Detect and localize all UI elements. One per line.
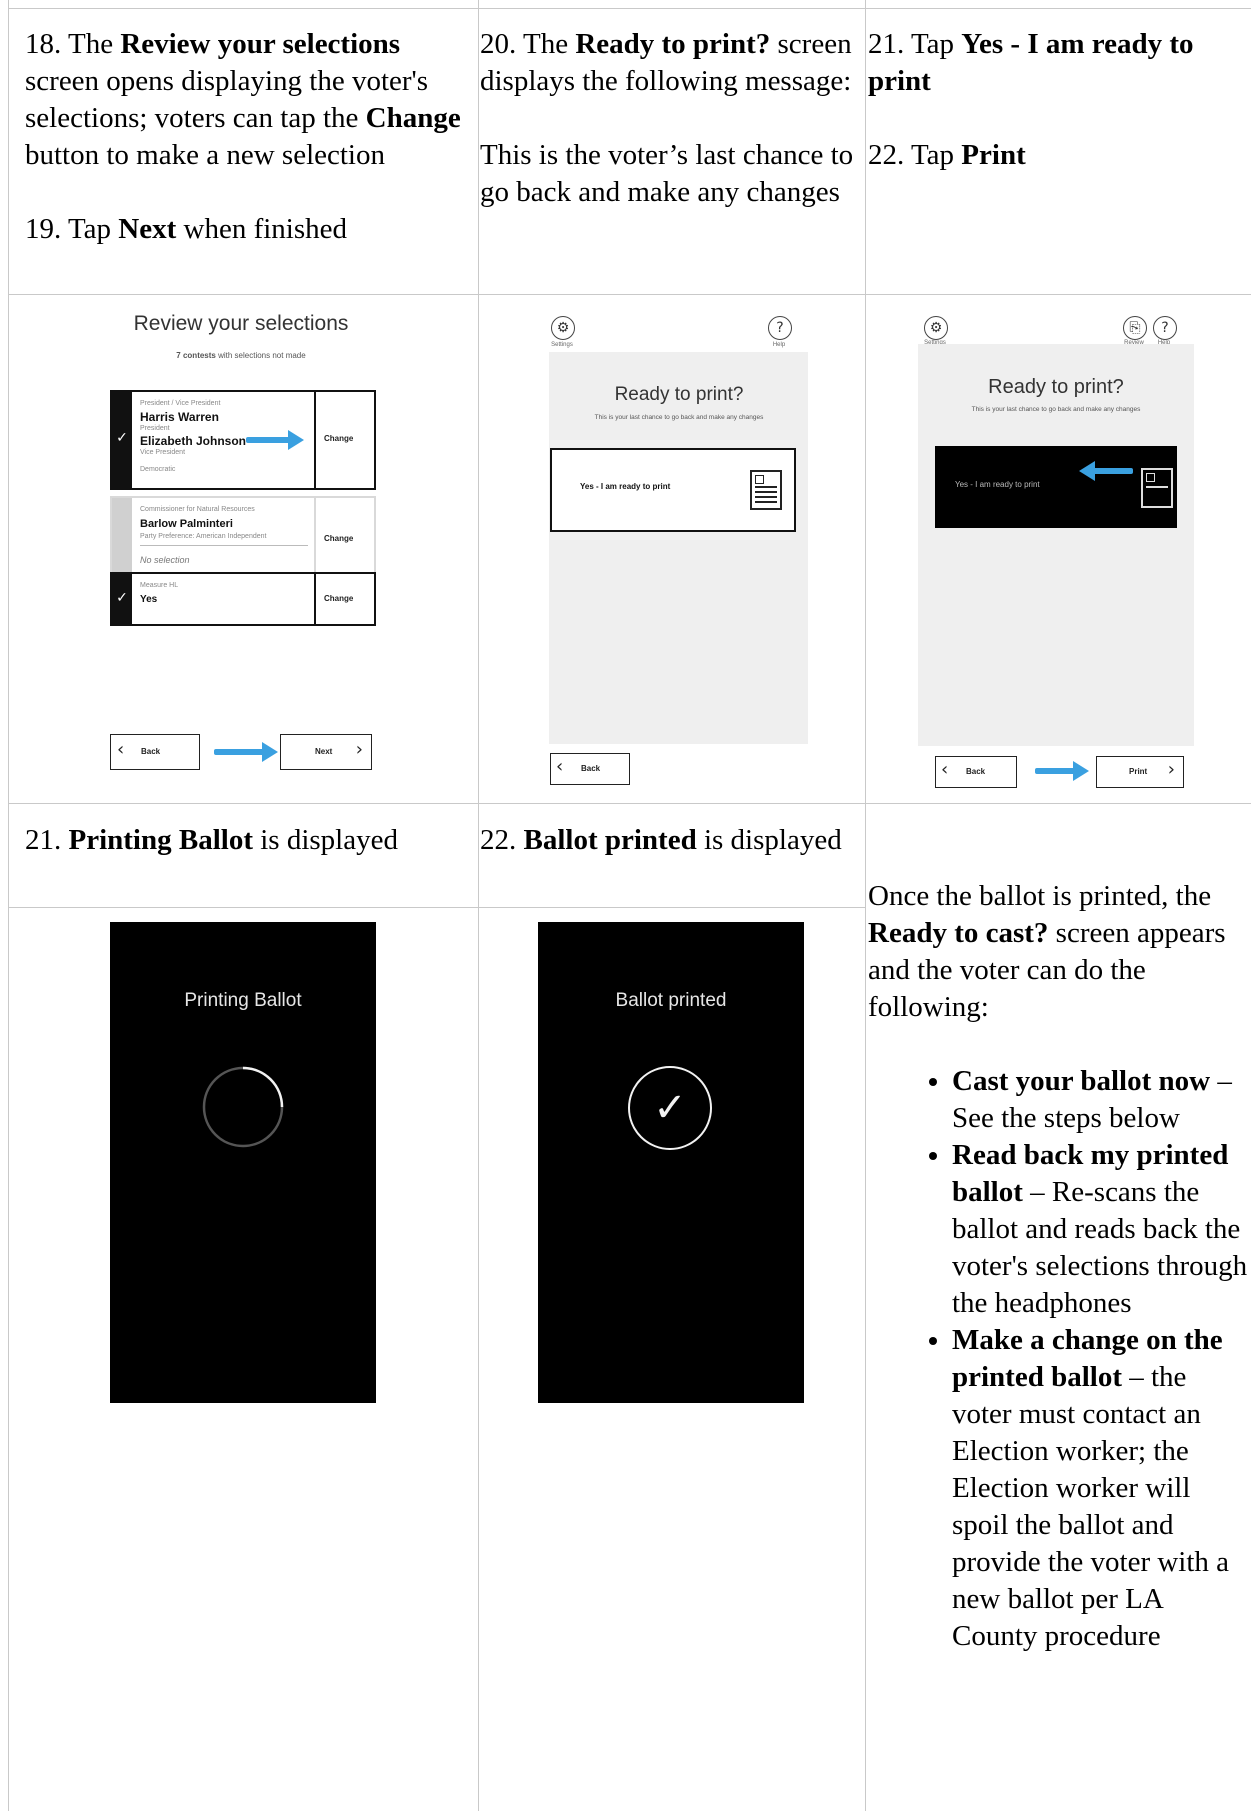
ready-title: Ready to print? — [988, 376, 1124, 398]
contest-card-president[interactable]: ✓ President / Vice President Harris Warr… — [110, 390, 376, 490]
step-22: 22. Tap Print — [868, 139, 1026, 171]
print-button[interactable]: Print › — [1096, 756, 1184, 788]
printing-title: Printing Ballot — [184, 990, 302, 1011]
printed-title: Ballot printed — [615, 990, 727, 1011]
contest-card-measure-hl[interactable]: ✓ Measure HL Yes Change — [110, 572, 376, 626]
ready-subtitle: This is your last chance to go back and … — [594, 414, 764, 421]
yes-ready-button-selected[interactable]: Yes - I am ready to print — [935, 446, 1177, 528]
back-button[interactable]: ‹ Back — [550, 753, 630, 785]
step-22-printed-text: 22. Ballot printed is displayed — [480, 824, 842, 856]
table-row-divider-2 — [8, 803, 1251, 804]
table-border-left — [8, 0, 9, 1811]
candidate-name: Harris Warren — [140, 410, 219, 424]
step-18-19-text: 18. The Review your selections screen op… — [25, 26, 470, 248]
candidate-name: Elizabeth Johnson — [140, 434, 247, 448]
pointer-arrow — [214, 742, 278, 762]
step-20-text: 20. The Ready to print? screen displays … — [480, 26, 865, 211]
change-button[interactable]: Change — [324, 434, 353, 443]
no-selection-label: No selection — [140, 555, 190, 565]
yes-ready-button[interactable]: Yes - I am ready to print — [550, 448, 796, 532]
pointer-arrow — [1079, 461, 1133, 481]
review-selections-screenshot: Review your selections 7 contests with s… — [106, 302, 376, 780]
measure-answer: Yes — [140, 594, 158, 605]
contest-status-bar: ✓ — [112, 392, 132, 488]
printing-ballot-screenshot: Printing Ballot — [110, 922, 376, 1403]
settings-icon[interactable]: ⚙ — [551, 316, 575, 340]
review-subtitle: 7 contests with selections not made — [176, 351, 306, 360]
change-button[interactable]: Change — [324, 594, 353, 603]
table-divider-1 — [478, 0, 479, 1811]
cast-options-list: Cast your ballot now – See the steps bel… — [868, 1063, 1251, 1655]
ballot-document-icon — [1141, 468, 1173, 508]
table-row-divider-3 — [8, 907, 865, 908]
loading-spinner-icon — [202, 1066, 284, 1148]
check-icon: ✓ — [116, 430, 128, 446]
step-21-printing-text: 21. Printing Ballot is displayed — [25, 824, 398, 856]
help-icon[interactable]: ? — [768, 316, 792, 340]
table-border-top — [8, 8, 1251, 9]
ready-to-cast-text: Once the ballot is printed, the Ready to… — [868, 878, 1251, 1655]
pointer-arrow — [246, 430, 304, 450]
list-item: Read back my printed ballot – Re-scans t… — [952, 1137, 1251, 1322]
next-button[interactable]: Next › — [280, 734, 372, 770]
candidate-name: Barlow Palminteri — [140, 518, 233, 530]
step-18: 18. The Review your selections screen op… — [25, 28, 461, 171]
check-icon: ✓ — [116, 590, 128, 606]
step-19: 19. Tap Next when finished — [25, 213, 348, 245]
check-circle-icon: ✓ — [628, 1066, 712, 1150]
back-button[interactable]: ‹ Back — [110, 734, 200, 770]
settings-icon[interactable]: ⚙ — [924, 316, 948, 340]
table-divider-2 — [865, 0, 866, 1811]
chevron-left-icon: ‹ — [941, 759, 949, 780]
ready-to-cast-intro: Once the ballot is printed, the Ready to… — [868, 880, 1226, 1023]
step-20: 20. The Ready to print? screen displays … — [480, 28, 852, 97]
table-row-divider-1 — [8, 294, 1251, 295]
chevron-left-icon: ‹ — [556, 756, 564, 777]
ballot-document-icon — [750, 470, 782, 510]
pointer-arrow — [1035, 761, 1089, 781]
change-button[interactable]: Change — [324, 534, 353, 543]
step-21: 21. Tap Yes - I am ready to print — [868, 28, 1194, 97]
back-button[interactable]: ‹ Back — [935, 756, 1017, 788]
list-item: Cast your ballot now – See the steps bel… — [952, 1063, 1251, 1137]
last-chance-message: This is the voter’s last chance to go ba… — [480, 139, 854, 208]
chevron-left-icon: ‹ — [117, 739, 125, 760]
chevron-right-icon: › — [1167, 759, 1175, 780]
ballot-printed-screenshot: Ballot printed ✓ — [538, 922, 804, 1403]
content-panel — [918, 344, 1194, 746]
help-icon[interactable]: ? — [1153, 316, 1177, 340]
review-title: Review your selections — [133, 312, 349, 335]
ready-title: Ready to print? — [614, 384, 744, 405]
ready-to-print-screenshot: ⚙ Settings ? Help Ready to print? This i… — [545, 310, 813, 792]
list-item: Make a change on the printed ballot – th… — [952, 1322, 1251, 1655]
step-21-22-text: 21. Tap Yes - I am ready to print 22. Ta… — [868, 26, 1248, 174]
chevron-right-icon: › — [355, 739, 363, 760]
contest-status-bar: ✓ — [112, 574, 132, 624]
ready-subtitle: This is your last chance to go back and … — [971, 406, 1141, 413]
review-icon[interactable]: ⎘ — [1123, 316, 1147, 340]
ready-to-print-selected-screenshot: ⚙ Settings ⎘ Review ? Help Ready to prin… — [918, 310, 1194, 794]
content-panel — [549, 352, 808, 744]
